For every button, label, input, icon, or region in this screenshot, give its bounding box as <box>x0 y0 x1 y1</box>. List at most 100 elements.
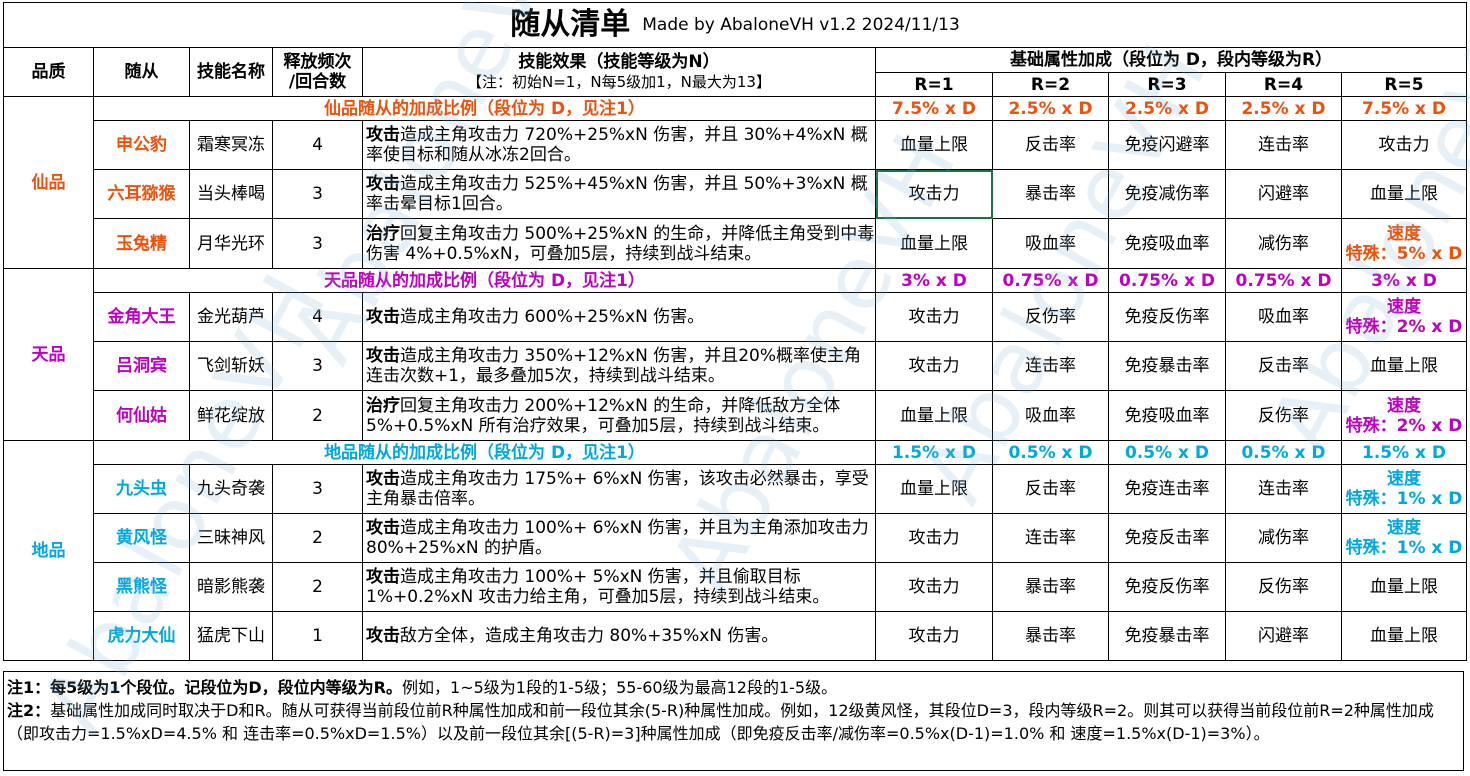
tier-cell-xian[interactable]: 仙品 <box>3 96 94 269</box>
skill-name[interactable]: 暗影熊袭 <box>189 562 273 612</box>
attr-cell[interactable]: 血量上限 <box>875 120 993 170</box>
frequency[interactable]: 3 <box>272 341 363 391</box>
attr-cell[interactable]: 减伤率 <box>1225 218 1342 269</box>
follower-name[interactable]: 虎力大仙 <box>93 611 190 661</box>
ratio-cell[interactable]: 7.5% x D <box>1340 96 1468 121</box>
follower-name[interactable]: 黑熊怪 <box>93 562 190 612</box>
ratio-cell[interactable]: 1.5% x D <box>875 440 993 465</box>
special-attr-cell[interactable]: 速度 特殊：5% x D <box>1340 218 1468 269</box>
header-r3[interactable]: R=3 <box>1108 72 1226 97</box>
frequency[interactable]: 2 <box>272 390 363 441</box>
ratio-cell[interactable]: 0.5% x D <box>1108 440 1226 465</box>
frequency[interactable]: 3 <box>272 464 363 514</box>
skill-name[interactable]: 霜寒冥冻 <box>189 120 273 170</box>
effect-cell[interactable]: 攻击造成主角攻击力 600%+25%xN 伤害。 <box>362 292 876 342</box>
header-skill-name[interactable]: 技能名称 <box>189 47 273 97</box>
special-attr-cell[interactable]: 速度 特殊：1% x D <box>1340 464 1468 514</box>
skill-name[interactable]: 飞剑斩妖 <box>189 341 273 391</box>
frequency[interactable]: 2 <box>272 513 363 563</box>
special-attr-cell[interactable]: 速度 特殊：2% x D <box>1340 292 1468 342</box>
tier-ratio-label[interactable]: 仙品随从的加成比例（段位为 D，见注1） <box>93 96 876 121</box>
attr-cell[interactable]: 免疫连击率 <box>1108 464 1226 514</box>
ratio-cell[interactable]: 7.5% x D <box>875 96 993 121</box>
attr-cell[interactable]: 连击率 <box>992 513 1109 563</box>
title-cell[interactable]: 随从清单 Made by AbaloneVH v1.2 2024/11/13 <box>2 2 1468 48</box>
attr-cell[interactable]: 吸血率 <box>1225 292 1342 342</box>
notes-cell[interactable]: 注1：每5级为1个段位。记段位为D，段位内等级为R。例如，1~5级为1段的1-5… <box>3 671 1464 771</box>
ratio-cell[interactable]: 0.75% x D <box>1225 268 1342 293</box>
attr-cell[interactable]: 反击率 <box>992 464 1109 514</box>
header-quality[interactable]: 品质 <box>3 47 94 97</box>
attr-cell[interactable]: 免疫反击率 <box>1108 513 1226 563</box>
attr-cell[interactable]: 免疫闪避率 <box>1108 120 1226 170</box>
attr-cell[interactable]: 攻击力 <box>875 562 993 612</box>
follower-name[interactable]: 何仙姑 <box>93 390 190 441</box>
attr-cell[interactable]: 连击率 <box>992 341 1109 391</box>
attr-cell[interactable]: 反击率 <box>1225 341 1342 391</box>
ratio-cell[interactable]: 2.5% x D <box>1225 96 1342 121</box>
header-r2[interactable]: R=2 <box>992 72 1109 97</box>
follower-name[interactable]: 六耳猕猴 <box>93 169 190 219</box>
attr-cell[interactable]: 反伤率 <box>1225 390 1342 441</box>
effect-cell[interactable]: 治疗回复主角攻击力 500%+25%xN 的生命，并降低主角受到中毒伤害 4%+… <box>362 218 876 269</box>
effect-cell[interactable]: 攻击敌方全体，造成主角攻击力 80%+35%xN 伤害。 <box>362 611 876 661</box>
follower-name[interactable]: 九头虫 <box>93 464 190 514</box>
follower-name[interactable]: 吕洞宾 <box>93 341 190 391</box>
header-follower[interactable]: 随从 <box>93 47 190 97</box>
header-r5[interactable]: R=5 <box>1340 72 1468 97</box>
frequency[interactable]: 3 <box>272 169 363 219</box>
attr-cell[interactable]: 闪避率 <box>1225 169 1342 219</box>
attr-cell[interactable]: 血量上限 <box>1340 562 1468 612</box>
attr-cell[interactable]: 攻击力 <box>875 611 993 661</box>
ratio-cell[interactable]: 0.75% x D <box>1108 268 1226 293</box>
follower-name[interactable]: 玉兔精 <box>93 218 190 269</box>
attr-cell[interactable]: 反击率 <box>992 120 1109 170</box>
skill-name[interactable]: 九头奇袭 <box>189 464 273 514</box>
follower-name[interactable]: 金角大王 <box>93 292 190 342</box>
skill-name[interactable]: 猛虎下山 <box>189 611 273 661</box>
attr-cell[interactable]: 连击率 <box>1225 120 1342 170</box>
effect-cell[interactable]: 攻击造成主角攻击力 350%+12%xN 伤害，并且20%概率使主角连击次数+1… <box>362 341 876 391</box>
attr-cell[interactable]: 免疫吸血率 <box>1108 390 1226 441</box>
attr-cell[interactable]: 暴击率 <box>992 169 1109 219</box>
ratio-cell[interactable]: 0.5% x D <box>992 440 1109 465</box>
attr-cell[interactable]: 攻击力 <box>1340 120 1468 170</box>
header-frequency[interactable]: 释放频次 /回合数 <box>272 47 363 97</box>
tier-ratio-label[interactable]: 地品随从的加成比例（段位为 D，见注1） <box>93 440 876 465</box>
header-attr-group[interactable]: 基础属性加成（段位为 D，段内等级为R） <box>874 47 1468 73</box>
ratio-cell[interactable]: 2.5% x D <box>992 96 1109 121</box>
ratio-cell[interactable]: 0.5% x D <box>1225 440 1342 465</box>
attr-cell[interactable]: 攻击力 <box>875 292 993 342</box>
effect-cell[interactable]: 攻击造成主角攻击力 100%+ 6%xN 伤害，并且为主角添加攻击力 80%+2… <box>362 513 876 563</box>
skill-name[interactable]: 金光葫芦 <box>189 292 273 342</box>
attr-cell[interactable]: 血量上限 <box>875 390 993 441</box>
frequency[interactable]: 1 <box>272 611 363 661</box>
attr-cell[interactable]: 血量上限 <box>1340 169 1468 219</box>
skill-name[interactable]: 月华光环 <box>189 218 273 269</box>
ratio-cell[interactable]: 1.5% x D <box>1340 440 1468 465</box>
attr-cell[interactable]: 血量上限 <box>875 464 993 514</box>
tier-cell-di[interactable]: 地品 <box>3 440 94 661</box>
follower-name[interactable]: 申公豹 <box>93 120 190 170</box>
header-r4[interactable]: R=4 <box>1225 72 1342 97</box>
effect-cell[interactable]: 治疗回复主角攻击力 200%+12%xN 的生命，并降低敌方全体 5%+0.5%… <box>362 390 876 441</box>
special-attr-cell[interactable]: 速度 特殊：1% x D <box>1340 513 1468 563</box>
frequency[interactable]: 4 <box>272 120 363 170</box>
skill-name[interactable]: 三昧神风 <box>189 513 273 563</box>
attr-cell[interactable]: 暴击率 <box>992 562 1109 612</box>
attr-cell[interactable]: 减伤率 <box>1225 513 1342 563</box>
ratio-cell[interactable]: 2.5% x D <box>1108 96 1226 121</box>
effect-cell[interactable]: 攻击造成主角攻击力 525%+45%xN 伤害，并且 50%+3%xN 概率击晕… <box>362 169 876 219</box>
header-r1[interactable]: R=1 <box>875 72 993 97</box>
follower-name[interactable]: 黄风怪 <box>93 513 190 563</box>
attr-cell[interactable]: 连击率 <box>1225 464 1342 514</box>
attr-cell[interactable]: 闪避率 <box>1225 611 1342 661</box>
ratio-cell[interactable]: 0.75% x D <box>992 268 1109 293</box>
attr-cell[interactable]: 暴击率 <box>992 611 1109 661</box>
effect-cell[interactable]: 攻击造成主角攻击力 720%+25%xN 伤害，并且 30%+4%xN 概率使目… <box>362 120 876 170</box>
attr-cell[interactable]: 免疫吸血率 <box>1108 218 1226 269</box>
attr-cell[interactable]: 攻击力 <box>875 341 993 391</box>
attr-cell[interactable]: 攻击力 <box>875 513 993 563</box>
frequency[interactable]: 2 <box>272 562 363 612</box>
frequency[interactable]: 3 <box>272 218 363 269</box>
